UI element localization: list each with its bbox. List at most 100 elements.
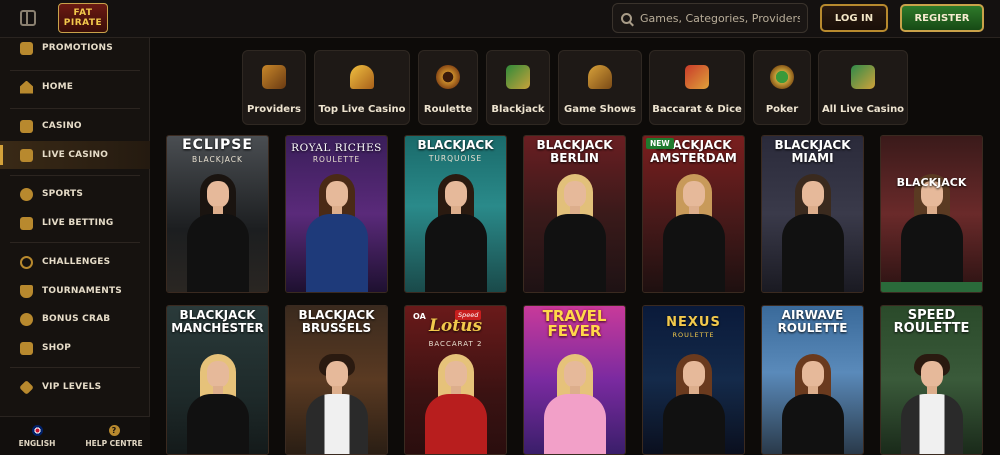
sidebar-item-casino[interactable]: CASINO	[0, 112, 150, 140]
game-title: SPEED ROULETTE	[893, 308, 970, 336]
language-label: ENGLISH	[18, 439, 56, 448]
dealer-figure	[540, 174, 610, 292]
category-top-live-casino[interactable]: Top Live Casino	[314, 50, 410, 125]
logo-line1: FAT	[73, 8, 93, 18]
game-title: BLACKJACK BERLIN	[536, 138, 613, 165]
game-card-nexus-roulette[interactable]: NEXUS ROULETTE	[642, 305, 745, 455]
gift-icon	[20, 41, 33, 55]
category-all-live-casino[interactable]: All Live Casino	[818, 50, 908, 125]
category-label: All Live Casino	[821, 104, 905, 115]
soccer-ball-icon	[20, 187, 33, 201]
game-title: ROYAL RICHES	[291, 142, 382, 154]
sidebar-item-live-betting[interactable]: LIVE BETTING	[0, 209, 150, 237]
game-show-icon	[588, 65, 612, 89]
sidebar-item-live-casino[interactable]: LIVE CASINO	[0, 141, 150, 169]
sidebar-item-label: HOME	[42, 82, 74, 92]
treasure-map-icon	[262, 65, 286, 89]
category-label: Baccarat & Dice	[652, 104, 742, 115]
casino-icon	[20, 119, 33, 133]
category-blackjack[interactable]: Blackjack	[486, 50, 550, 125]
dealer-figure	[897, 174, 967, 292]
sidebar-item-label: VIP LEVELS	[42, 382, 102, 392]
game-card-blackjack-amsterdam[interactable]: NEW BLACKJACK AMSTERDAM	[642, 135, 745, 293]
game-subtitle: BLACKJACK	[192, 155, 243, 164]
sidebar-item-label: TOURNAMENTS	[42, 286, 122, 296]
category-label: Blackjack	[491, 104, 545, 115]
trophy-icon	[20, 284, 33, 298]
poker-chips-icon	[770, 65, 794, 89]
game-card-blackjack-brussels[interactable]: BLACKJACK BRUSSELS	[285, 305, 388, 455]
game-subtitle: TURQUOISE	[428, 154, 483, 163]
all-live-casino-icon	[851, 65, 875, 89]
dealer-figure	[659, 174, 729, 292]
category-baccarat-dice[interactable]: Baccarat & Dice	[649, 50, 745, 125]
game-card-eclipse-blackjack[interactable]: ECLIPSE BLACKJACK	[166, 135, 269, 293]
game-card-blackjack[interactable]: BLACKJACK	[880, 135, 983, 293]
login-button[interactable]: LOG IN	[820, 4, 888, 32]
search-icon	[621, 12, 632, 24]
dealer-figure	[659, 354, 729, 454]
game-card-speed-roulette[interactable]: SPEED ROULETTE	[880, 305, 983, 455]
cards-icon	[506, 65, 530, 89]
sidebar-divider	[10, 367, 140, 368]
game-card-blackjack-miami[interactable]: BLACKJACK MIAMI	[761, 135, 864, 293]
sidebar-item-challenges[interactable]: CHALLENGES	[0, 248, 150, 276]
diamond-icon	[19, 379, 34, 395]
sidebar-toggle-icon[interactable]	[20, 10, 36, 26]
games-grid: ECLIPSE BLACKJACK ROYAL RICHES ROULETTE …	[150, 135, 1000, 455]
sidebar-divider	[10, 108, 140, 109]
language-selector[interactable]: ENGLISH	[14, 425, 60, 448]
game-card-blackjack-turquoise[interactable]: BLACKJACK TURQUOISE	[404, 135, 507, 293]
game-card-speed-lotus-baccarat[interactable]: OA Speed Lotus BACCARAT 2	[404, 305, 507, 455]
game-title: TRAVEL FEVER	[542, 307, 607, 340]
game-card-blackjack-berlin[interactable]: BLACKJACK BERLIN	[523, 135, 626, 293]
sidebar-item-label: LIVE BETTING	[42, 218, 114, 228]
challenges-icon	[20, 255, 33, 269]
game-card-airwave-roulette[interactable]: AIRWAVE ROULETTE	[761, 305, 864, 455]
sidebar-item-vip-levels[interactable]: VIP LEVELS	[0, 373, 150, 401]
search-input[interactable]	[640, 11, 800, 25]
sidebar-item-label: SHOP	[42, 343, 72, 353]
sidebar-divider	[10, 70, 140, 71]
category-roulette[interactable]: Roulette	[418, 50, 478, 125]
sidebar-item-label: PROMOTIONS	[42, 43, 113, 53]
game-card-blackjack-manchester[interactable]: BLACKJACK MANCHESTER	[166, 305, 269, 455]
sidebar-item-tournaments[interactable]: TOURNAMENTS	[0, 277, 150, 305]
dealer-figure	[183, 174, 253, 292]
fat-pirate-logo[interactable]: FAT PIRATE	[58, 3, 108, 33]
sidebar-footer: ENGLISH ? HELP CENTRE	[0, 416, 150, 455]
sidebar-item-label: LIVE CASINO	[42, 150, 109, 160]
top-header: FAT PIRATE LOG IN REGISTER	[0, 0, 1000, 38]
category-label: Game Shows	[563, 104, 637, 115]
sidebar-item-promotions[interactable]: PROMOTIONS	[0, 34, 150, 62]
sidebar-item-label: SPORTS	[42, 189, 84, 199]
category-label: Roulette	[423, 104, 473, 115]
roulette-icon	[436, 65, 460, 89]
game-subtitle: BACCARAT 2	[428, 340, 483, 348]
category-label: Poker	[765, 104, 799, 115]
category-game-shows[interactable]: Game Shows	[558, 50, 642, 125]
game-title: AIRWAVE ROULETTE	[777, 308, 848, 335]
sidebar-item-shop[interactable]: SHOP	[0, 334, 150, 362]
game-subtitle: ROULETTE	[312, 155, 361, 164]
help-centre-link[interactable]: ? HELP CENTRE	[82, 425, 146, 448]
sidebar-item-home[interactable]: HOME	[0, 73, 150, 101]
sidebar-item-bonus-crab[interactable]: BONUS CRAB	[0, 305, 150, 333]
sidebar-divider	[10, 175, 140, 176]
sidebar: PROMOTIONS HOME CASINO LIVE CASINO SPORT…	[0, 38, 150, 455]
register-button[interactable]: REGISTER	[900, 4, 984, 32]
dealer-figure	[778, 354, 848, 454]
new-badge: NEW	[646, 138, 674, 149]
game-card-travel-fever[interactable]: TRAVEL FEVER	[523, 305, 626, 455]
shop-icon	[20, 341, 33, 355]
sidebar-item-sports[interactable]: SPORTS	[0, 180, 150, 208]
category-poker[interactable]: Poker	[753, 50, 811, 125]
dealer-figure	[302, 174, 372, 292]
game-title: BLACKJACK	[417, 138, 494, 152]
game-subtitle: ROULETTE	[672, 331, 715, 339]
category-label: Top Live Casino	[318, 104, 406, 115]
category-providers[interactable]: Providers	[242, 50, 306, 125]
logo-line2: PIRATE	[63, 18, 103, 28]
search-bar[interactable]	[612, 3, 808, 33]
game-card-royal-riches-roulette[interactable]: ROYAL RICHES ROULETTE	[285, 135, 388, 293]
